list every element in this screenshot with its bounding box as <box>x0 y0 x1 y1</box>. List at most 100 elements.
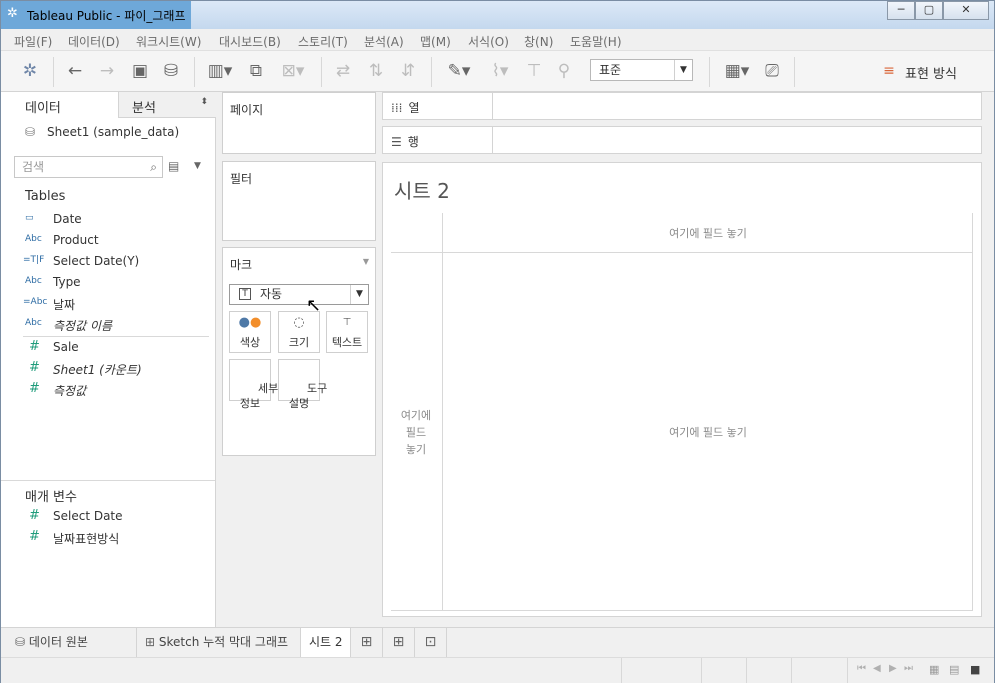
new-datasource-icon[interactable]: ⛁ <box>160 60 182 82</box>
app-window: ✲ Tableau Public - 파이_그래프 ─ ▢ ✕ 파일(F) 데이… <box>0 0 995 683</box>
string-type-icon: Abc <box>25 276 42 286</box>
list-view-icon[interactable]: ▤ <box>168 159 179 173</box>
rows-icon: ☰ <box>391 135 402 149</box>
tableau-home-icon[interactable]: ✲ <box>19 60 41 82</box>
menu-bar: 파일(F) 데이터(D) 워크시트(W) 대시보드(B) 스토리(T) 분석(A… <box>1 29 994 51</box>
detail-button-label: 세부 정보 <box>239 382 279 410</box>
divider <box>442 213 443 611</box>
calc-string-icon: =Abc <box>23 297 48 307</box>
show-me-icon[interactable]: ≡ <box>881 60 897 82</box>
maximize-button[interactable]: ▢ <box>915 1 943 20</box>
menu-map[interactable]: 맵(M) <box>420 33 451 50</box>
string-type-icon: Abc <box>25 234 42 244</box>
new-story-icon[interactable]: ⊡ <box>415 628 447 657</box>
sort-desc-icon[interactable]: ⇵ <box>397 60 419 82</box>
marks-card: 마크 ▼ T 자동 ▼ ●● 색상 ◌ 크기 ⊤ 텍스트 세부 정보 도구 설명 <box>222 247 376 456</box>
tab-sheet-2-label: 시트 2 <box>309 635 343 649</box>
filters-card[interactable]: 필터 <box>222 161 376 241</box>
tab-sketch-stacked-bar[interactable]: ⊞ Sketch 누적 막대 그래프 <box>137 628 301 657</box>
mark-type-select[interactable]: T 자동 ▼ <box>229 284 369 305</box>
label-button[interactable]: ⊤ 텍스트 <box>326 311 368 353</box>
clear-sheet-icon[interactable]: ⊠▾ <box>276 60 310 82</box>
close-button[interactable]: ✕ <box>943 1 989 20</box>
mark-type-value: 자동 <box>260 287 283 301</box>
datasource-label: Sheet1 (sample_data) <box>47 125 180 139</box>
last-sheet-icon[interactable]: ⏭ <box>904 663 913 674</box>
sheet-sorter-icon[interactable]: ▦ <box>929 663 939 676</box>
new-worksheet-icon[interactable]: ▥▾ <box>205 60 235 82</box>
pages-card[interactable]: 페이지 <box>222 92 376 154</box>
tab-sheet-2[interactable]: 시트 2 <box>301 628 351 657</box>
menu-worksheet[interactable]: 워크시트(W) <box>136 33 201 50</box>
rows-shelf[interactable]: ☰ 행 <box>382 126 982 154</box>
sort-arrows-icon: ⬍ <box>200 97 208 107</box>
menu-analysis[interactable]: 분석(A) <box>364 33 404 50</box>
number-type-icon: # <box>29 529 40 544</box>
highlight-icon[interactable]: ✎▾ <box>443 60 475 82</box>
search-icon: ⌕ <box>150 160 157 174</box>
tooltip-button[interactable]: 도구 설명 <box>278 359 327 410</box>
canvas-pane: ⁞⁞⁞ 열 ☰ 행 시트 2 여기에 필드 놓기 여기에 필드 놓기 여기에 필드 … <box>382 92 994 627</box>
new-dashboard-icon[interactable]: ⊞ <box>383 628 415 657</box>
tab-data[interactable]: 데이터 <box>1 92 118 118</box>
show-labels-icon[interactable]: ▦▾ <box>720 60 754 82</box>
tooltip-button-label: 도구 설명 <box>288 382 328 410</box>
columns-icon: ⁞⁞⁞ <box>391 101 403 115</box>
tab-analysis-label: 분석 <box>132 101 156 116</box>
prev-sheet-icon[interactable]: ◀ <box>873 663 881 674</box>
mouse-cursor-icon: ↖ <box>306 295 322 316</box>
string-type-icon: Abc <box>25 318 42 328</box>
title-bar: ✲ Tableau Public - 파이_그래프 ─ ▢ ✕ <box>1 1 994 29</box>
save-icon[interactable]: ▣ <box>129 60 151 82</box>
color-button[interactable]: ●● 색상 <box>229 311 271 353</box>
redo-icon[interactable]: → <box>96 60 118 82</box>
presentation-mode-icon[interactable]: ⎚ <box>761 60 783 82</box>
tab-sketch-label: Sketch 누적 막대 그래프 <box>158 635 289 649</box>
sort-asc-icon[interactable]: ⇅ <box>365 60 387 82</box>
fit-select[interactable]: 표준 ▼ <box>590 59 693 81</box>
search-placeholder: 검색 <box>22 160 45 174</box>
divider <box>23 336 209 337</box>
next-sheet-icon[interactable]: ▶ <box>889 663 897 674</box>
view-drop-zone[interactable]: 여기에 필드 놓기 <box>443 424 973 440</box>
menu-help[interactable]: 도움말(H) <box>570 33 622 50</box>
new-worksheet-icon[interactable]: ⊞ <box>351 628 383 657</box>
color-dots-icon: ●● <box>238 315 262 330</box>
filmstrip-icon[interactable]: ▤ <box>949 663 959 676</box>
minimize-button[interactable]: ─ <box>887 1 915 20</box>
row-drop-zone[interactable]: 여기에 필드 놓기 <box>391 407 441 458</box>
status-bar: ⏮ ◀ ▶ ⏭ ▦ ▤ ■ <box>1 657 994 683</box>
chevron-down-icon[interactable]: ▼ <box>194 161 201 171</box>
size-button[interactable]: ◌ 크기 <box>278 311 320 353</box>
menu-dashboard[interactable]: 대시보드(B) <box>219 33 281 50</box>
tabs-view-icon[interactable]: ■ <box>970 663 980 676</box>
duplicate-sheet-icon[interactable]: ⧉ <box>245 60 267 82</box>
group-icon[interactable]: ⌇▾ <box>483 60 517 82</box>
number-type-icon: # <box>29 508 40 523</box>
number-type-icon: # <box>29 381 40 396</box>
tab-analysis[interactable]: 분석 ⬍ <box>118 92 216 118</box>
label-icon[interactable]: ⊤ <box>523 60 545 82</box>
calendar-icon: ▭ <box>25 213 34 223</box>
menu-story[interactable]: 스토리(T) <box>298 33 348 50</box>
columns-shelf[interactable]: ⁞⁞⁞ 열 <box>382 92 982 120</box>
swap-icon[interactable]: ⇄ <box>332 60 354 82</box>
menu-file[interactable]: 파일(F) <box>14 33 52 50</box>
column-drop-zone[interactable]: 여기에 필드 놓기 <box>443 225 973 241</box>
tab-datasource[interactable]: ⛁ 데이터 원본 <box>1 628 137 657</box>
field-search-input[interactable]: 검색 ⌕ <box>14 156 163 178</box>
datasource-item[interactable]: ⛁ Sheet1 (sample_data) <box>25 125 180 139</box>
undo-icon[interactable]: ← <box>64 60 86 82</box>
menu-format[interactable]: 서식(O) <box>468 33 509 50</box>
first-sheet-icon[interactable]: ⏮ <box>857 663 866 674</box>
pin-icon[interactable]: ⚲ <box>553 60 575 82</box>
sheet-title[interactable]: 시트 2 <box>394 175 450 204</box>
card-menu-icon[interactable]: ▼ <box>363 257 369 266</box>
divider <box>972 213 973 611</box>
show-me-button[interactable]: 표현 방식 <box>905 63 957 82</box>
detail-button[interactable]: 세부 정보 <box>229 359 278 410</box>
size-button-label: 크기 <box>288 336 310 349</box>
number-type-icon: # <box>29 339 40 354</box>
menu-data[interactable]: 데이터(D) <box>68 33 120 50</box>
menu-window[interactable]: 창(N) <box>524 33 553 50</box>
